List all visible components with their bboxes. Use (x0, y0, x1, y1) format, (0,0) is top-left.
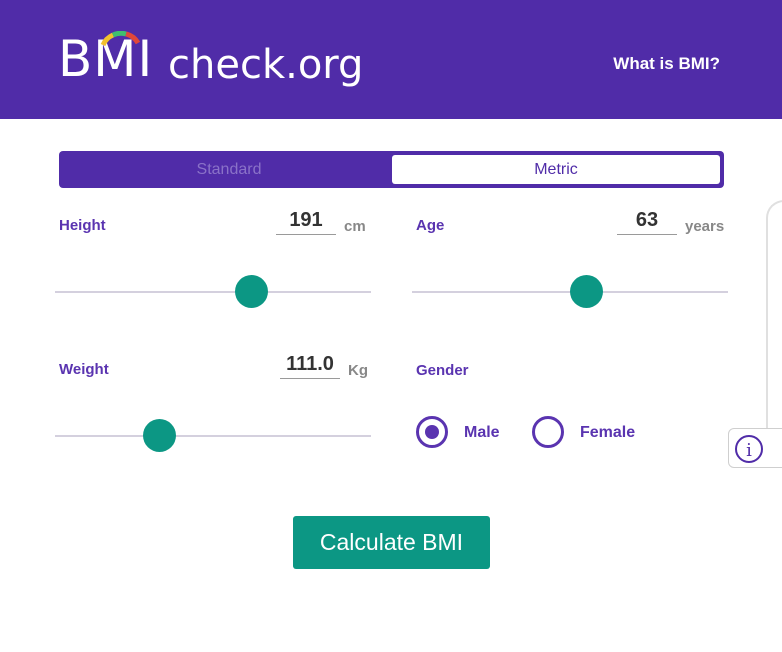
side-panel (766, 200, 782, 430)
weight-label: Weight (59, 361, 109, 378)
info-tab[interactable]: i (728, 428, 782, 468)
age-slider-thumb[interactable] (569, 275, 603, 308)
female-label[interactable]: Female (580, 424, 635, 442)
what-is-bmi-link[interactable]: What is BMI? (613, 54, 720, 74)
standard-units-option[interactable]: Standard (63, 155, 395, 184)
weight-input[interactable] (280, 352, 340, 379)
calculate-bmi-button[interactable]: Calculate BMI (293, 516, 490, 569)
info-icon: i (735, 435, 763, 463)
female-radio[interactable] (532, 416, 564, 448)
unit-system-toggle: Standard Metric (59, 151, 724, 188)
height-input[interactable] (276, 208, 336, 235)
height-unit: cm (344, 218, 366, 235)
gauge-icon (100, 31, 141, 47)
male-radio[interactable] (416, 416, 448, 448)
height-label: Height (59, 217, 106, 234)
male-label[interactable]: Male (464, 424, 500, 442)
age-label: Age (416, 217, 445, 234)
logo-domain-text: check.org (168, 42, 364, 88)
weight-slider-track[interactable] (55, 435, 371, 437)
weight-slider-thumb[interactable] (143, 419, 177, 452)
male-radio-dot (425, 425, 439, 439)
age-input[interactable] (617, 208, 677, 235)
svg-text:i: i (746, 440, 752, 461)
height-slider-track[interactable] (55, 291, 371, 293)
gender-label: Gender (416, 362, 469, 379)
age-unit: years (685, 218, 725, 235)
weight-unit: Kg (348, 362, 368, 379)
height-slider-thumb[interactable] (234, 275, 268, 308)
metric-units-option[interactable]: Metric (392, 155, 720, 184)
site-header: BMI check.org What is BMI? (0, 0, 782, 119)
